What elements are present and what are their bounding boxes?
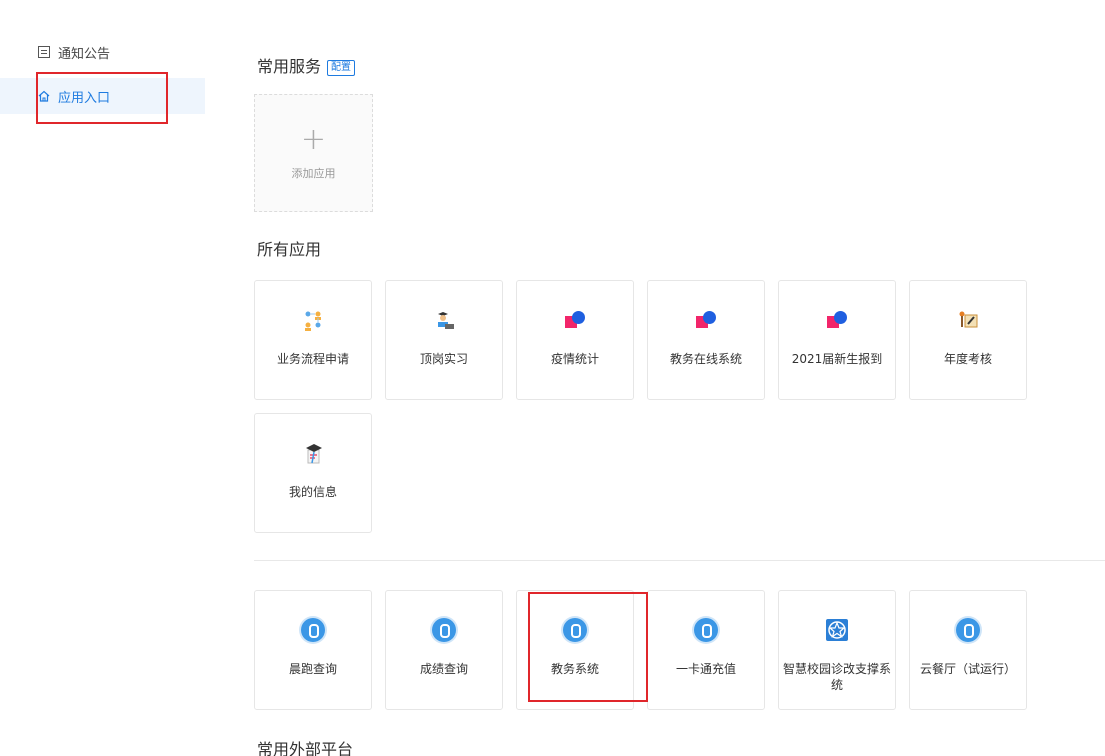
- app-card-label: 疫情统计: [550, 352, 599, 366]
- section-title-external: 常用外部平台: [257, 740, 354, 756]
- link-card-academic-system[interactable]: 教务系统: [516, 590, 634, 710]
- sidebar: 通知公告 应用入口: [0, 0, 205, 756]
- star-box-icon: [824, 617, 850, 643]
- document-icon: [38, 46, 50, 58]
- app-card-workflow[interactable]: 业务流程申请: [254, 280, 372, 400]
- assessment-icon: [955, 307, 981, 333]
- app-card-label: 2021届新生报到: [791, 352, 883, 366]
- link-card-grade-query[interactable]: 成绩查询: [385, 590, 503, 710]
- link-card-label: 成绩查询: [419, 662, 468, 676]
- app-card-academic-online[interactable]: 教务在线系统: [647, 280, 765, 400]
- app-logo-icon: [562, 307, 588, 333]
- link-card-label: 智慧校园诊改支撑系统: [782, 662, 891, 692]
- app-card-freshman-registration[interactable]: 2021届新生报到: [778, 280, 896, 400]
- app-card-annual-assessment[interactable]: 年度考核: [909, 280, 1027, 400]
- internship-icon: [431, 307, 457, 333]
- section-divider: [254, 560, 1105, 561]
- app-card-label: 业务流程申请: [276, 352, 349, 366]
- link-card-morning-run[interactable]: 晨跑查询: [254, 590, 372, 710]
- link-card-label: 晨跑查询: [288, 662, 337, 676]
- link-card-label: 云餐厅（试运行）: [919, 662, 1016, 676]
- add-app-button[interactable]: + 添加应用: [254, 94, 373, 212]
- link-card-label: 一卡通充值: [675, 662, 736, 676]
- link-card-card-recharge[interactable]: 一卡通充值: [647, 590, 765, 710]
- app-card-label: 教务在线系统: [669, 352, 742, 366]
- graduate-icon: [300, 440, 326, 466]
- workflow-icon: [300, 307, 326, 333]
- link-circle-icon: [693, 617, 719, 643]
- link-card-label: 教务系统: [550, 662, 599, 676]
- app-card-my-info[interactable]: 我的信息: [254, 413, 372, 533]
- config-button[interactable]: 配置: [327, 60, 356, 76]
- section-title-all-apps: 所有应用: [257, 240, 322, 259]
- app-card-internship[interactable]: 顶岗实习: [385, 280, 503, 400]
- app-card-label: 年度考核: [943, 352, 992, 366]
- home-icon: [38, 90, 50, 102]
- add-app-label: 添加应用: [291, 167, 336, 180]
- section-title-common-services: 常用服务 配置: [257, 53, 356, 77]
- link-circle-icon: [562, 617, 588, 643]
- sidebar-item-notice[interactable]: 通知公告: [0, 34, 205, 70]
- app-logo-icon: [693, 307, 719, 333]
- app-card-label: 顶岗实习: [419, 352, 468, 366]
- link-circle-icon: [955, 617, 981, 643]
- plus-icon: +: [300, 122, 327, 157]
- sidebar-item-label: 通知公告: [58, 46, 111, 62]
- link-card-smart-campus[interactable]: 智慧校园诊改支撑系统: [778, 590, 896, 710]
- sidebar-item-label: 应用入口: [58, 90, 111, 106]
- section-title-text: 常用服务: [257, 57, 322, 76]
- link-card-cloud-canteen[interactable]: 云餐厅（试运行）: [909, 590, 1027, 710]
- app-logo-icon: [824, 307, 850, 333]
- app-card-label: 我的信息: [288, 485, 337, 499]
- link-circle-icon: [300, 617, 326, 643]
- sidebar-item-app-entry[interactable]: 应用入口: [0, 78, 205, 114]
- link-circle-icon: [431, 617, 457, 643]
- app-card-epidemic-stats[interactable]: 疫情统计: [516, 280, 634, 400]
